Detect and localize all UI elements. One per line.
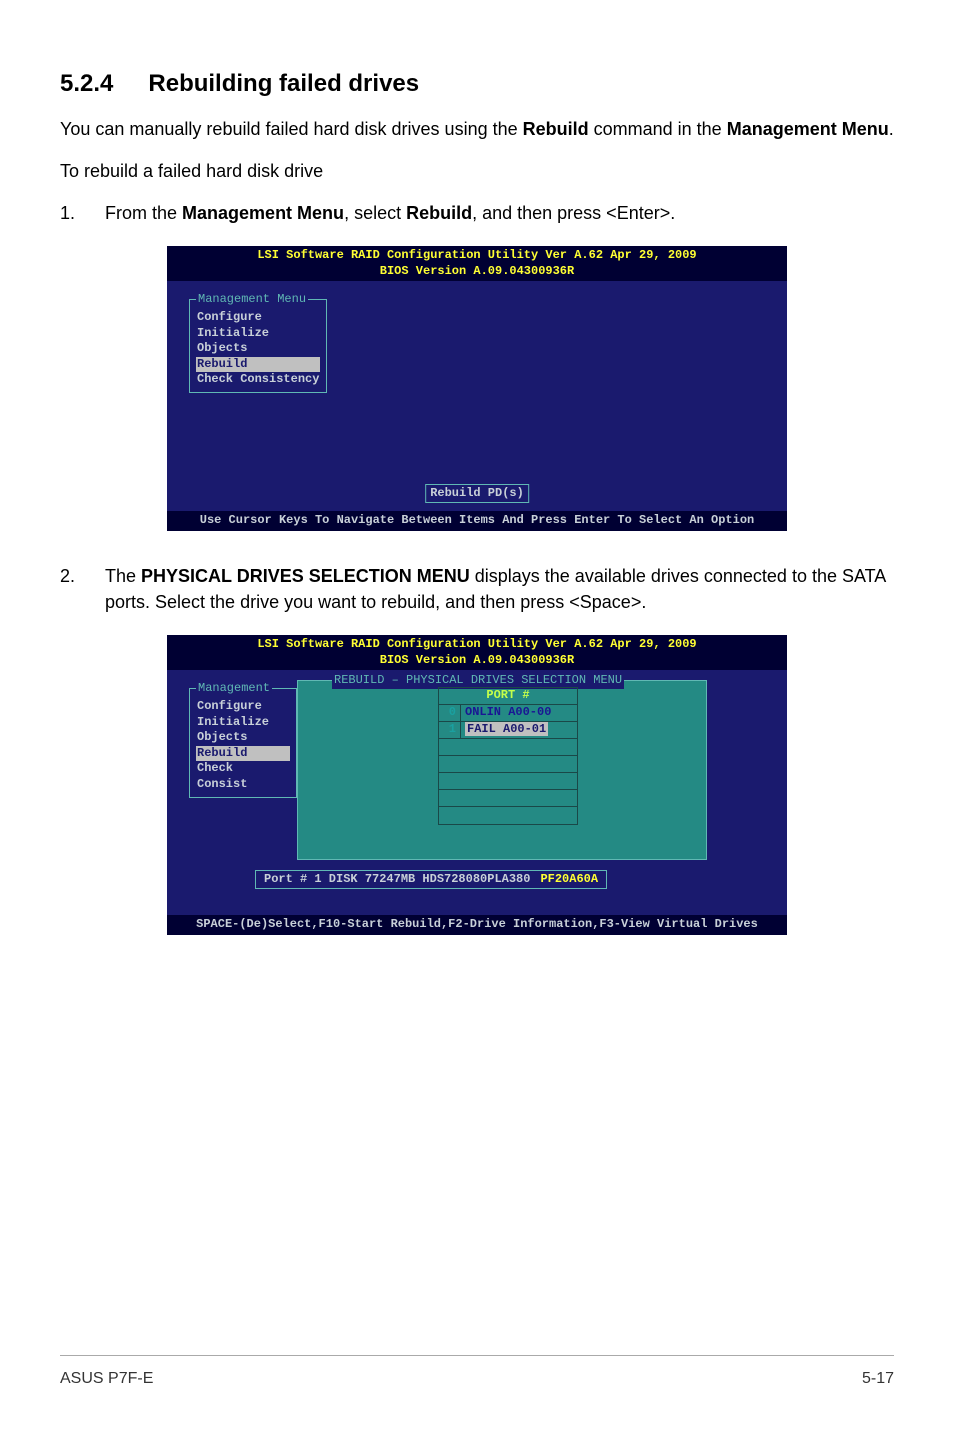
section-number: 5.2.4 (60, 70, 113, 97)
bios1-body: Management Menu Configure Initialize Obj… (167, 281, 787, 511)
section-heading: 5.2.4 Rebuilding failed drives (60, 70, 894, 98)
bios2-port-row-empty-3 (439, 756, 577, 773)
intro-paragraph-1: You can manually rebuild failed hard dis… (60, 116, 894, 142)
bios1-menu-box: Management Menu Configure Initialize Obj… (189, 299, 327, 393)
bios-screen-2: LSI Software RAID Configuration Utility … (167, 635, 787, 935)
bios2-footer: SPACE-(De)Select,F10-Start Rebuild,F2-Dr… (167, 915, 787, 935)
step-1-text: From the Management Menu, select Rebuild… (105, 200, 894, 226)
bios2-port-row-empty-6 (439, 807, 577, 824)
bios2-port-row-empty-4 (439, 773, 577, 790)
port-index-0: 0 (439, 705, 461, 721)
bios1-item-objects[interactable]: Objects (196, 341, 320, 357)
bios1-item-rebuild[interactable]: Rebuild (196, 357, 320, 373)
bios2-menu-title: Management (196, 681, 272, 697)
port-text-0: ONLIN A00-00 (461, 705, 577, 721)
bios1-menu-items: Configure Initialize Objects Rebuild Che… (196, 310, 320, 388)
bios2-port-row-empty-5 (439, 790, 577, 807)
bios1-footer: Use Cursor Keys To Navigate Between Item… (167, 511, 787, 531)
bios1-header: LSI Software RAID Configuration Utility … (167, 246, 787, 281)
step-list-2: 2. The PHYSICAL DRIVES SELECTION MENU di… (60, 563, 894, 615)
bios2-port-row-0[interactable]: 0 ONLIN A00-00 (439, 705, 577, 722)
bios2-port-table: PORT # 0 ONLIN A00-00 1 FAIL A00-01 (438, 687, 578, 825)
bios2-port-row-1[interactable]: 1 FAIL A00-01 (439, 722, 577, 739)
bios1-item-configure[interactable]: Configure (196, 310, 320, 326)
section-title: Rebuilding failed drives (148, 70, 419, 97)
port-index-1: 1 (439, 722, 461, 738)
step-2-number: 2. (60, 563, 105, 615)
footer-left: ASUS P7F-E (60, 1370, 153, 1388)
bios2-item-objects[interactable]: Objects (196, 730, 290, 746)
page-footer: ASUS P7F-E 5-17 (60, 1355, 894, 1388)
bios2-item-rebuild[interactable]: Rebuild (196, 746, 290, 762)
bios2-menu-items: Configure Initialize Objects Rebuild Che… (196, 699, 290, 793)
step-list: 1. From the Management Menu, select Rebu… (60, 200, 894, 226)
intro-paragraph-2: To rebuild a failed hard disk drive (60, 158, 894, 184)
port-text-1: FAIL A00-01 (461, 722, 577, 738)
bios2-port-header: PORT # (439, 688, 577, 705)
bios1-item-checkconsistency[interactable]: Check Consistency (196, 372, 320, 388)
step-2: 2. The PHYSICAL DRIVES SELECTION MENU di… (60, 563, 894, 615)
bios2-port-info: Port # 1 DISK 77247MB HDS728080PLA380PF2… (255, 870, 607, 890)
bios2-header: LSI Software RAID Configuration Utility … (167, 635, 787, 670)
bios2-body: Management Configure Initialize Objects … (167, 670, 787, 915)
bios2-item-initialize[interactable]: Initialize (196, 715, 290, 731)
bios2-rebuild-panel: REBUILD – PHYSICAL DRIVES SELECTION MENU… (297, 680, 707, 860)
bios2-item-configure[interactable]: Configure (196, 699, 290, 715)
footer-right: 5-17 (862, 1370, 894, 1388)
bios1-menu-title: Management Menu (196, 292, 308, 308)
bios1-item-initialize[interactable]: Initialize (196, 326, 320, 342)
step-1-number: 1. (60, 200, 105, 226)
bios-screen-1: LSI Software RAID Configuration Utility … (167, 246, 787, 531)
step-1: 1. From the Management Menu, select Rebu… (60, 200, 894, 226)
bios2-item-checkconsist[interactable]: Check Consist (196, 761, 290, 792)
bios2-menu-box: Management Configure Initialize Objects … (189, 688, 297, 797)
bios1-rebuild-button[interactable]: Rebuild PD(s) (425, 484, 529, 504)
step-2-text: The PHYSICAL DRIVES SELECTION MENU displ… (105, 563, 894, 615)
bios2-port-row-empty-2 (439, 739, 577, 756)
